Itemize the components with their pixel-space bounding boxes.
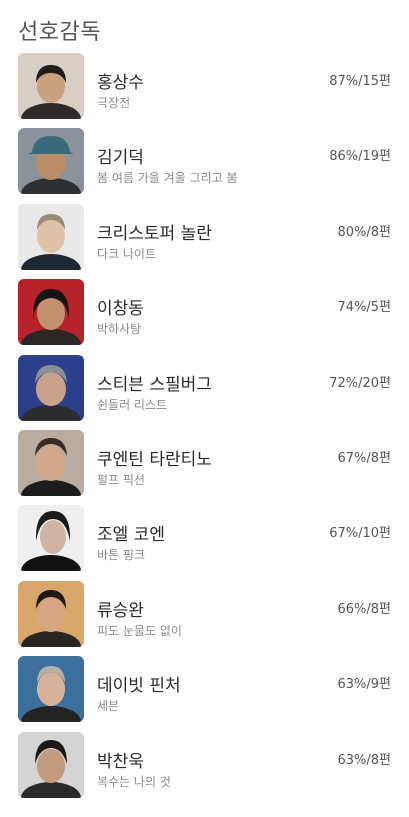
director-rating-count: 74%/5편 (337, 300, 391, 316)
portrait-image (18, 279, 84, 346)
director-row-kim-kiduk[interactable]: 김기덕 봄 여름 가을 겨울 그리고 봄 86%/19편 (0, 128, 409, 203)
director-best-film: 복수는 나의 것 (97, 774, 171, 789)
director-best-film: 박하사탕 (97, 322, 142, 337)
portrait-image (18, 505, 84, 572)
portrait-image (18, 429, 84, 496)
director-photo[interactable] (18, 429, 84, 496)
director-photo[interactable] (18, 279, 84, 346)
director-best-film: 쉰들러 리스트 (97, 397, 168, 412)
director-rating-count: 67%/10편 (329, 526, 391, 542)
director-best-film: 펄프 픽션 (97, 472, 145, 487)
director-best-film: 바톤 핑크 (97, 548, 145, 563)
director-name: 쿠엔틴 타란티노 (97, 449, 212, 470)
director-photo[interactable] (18, 128, 84, 195)
director-rating-count: 80%/8편 (337, 224, 391, 240)
director-name: 조엘 코엔 (97, 525, 165, 546)
director-name: 이창동 (97, 299, 144, 320)
director-name: 박찬욱 (97, 751, 144, 772)
director-name: 홍상수 (97, 73, 144, 93)
portrait-image (18, 128, 84, 195)
director-best-film: 극장전 (97, 96, 131, 110)
director-best-film: 다크 나이트 (97, 246, 157, 261)
director-name: 김기덕 (97, 148, 144, 169)
director-row-ryu-seungwan[interactable]: 류승완 피도 눈물도 없이 66%/8편 (0, 580, 409, 656)
page-title: 선호감독 (18, 20, 101, 45)
director-rating-count: 87%/15편 (329, 74, 391, 89)
director-best-film: 봄 여름 가을 겨울 그리고 봄 (97, 171, 238, 186)
director-rating-count: 67%/8편 (337, 450, 391, 466)
portrait-image (18, 354, 84, 421)
director-rating-count: 66%/8편 (337, 601, 391, 617)
director-name: 크리스토퍼 놀란 (97, 223, 212, 244)
director-name: 류승완 (97, 600, 144, 621)
portrait-image (18, 53, 84, 119)
director-name: 데이빗 핀처 (97, 676, 181, 697)
director-row-hong-sangsoo[interactable]: 홍상수 극장전 87%/15편 (0, 53, 409, 128)
director-photo[interactable] (18, 656, 84, 723)
portrait-image (18, 580, 84, 647)
portrait-image (18, 203, 84, 270)
director-name: 스티븐 스필버그 (97, 374, 212, 395)
portrait-image (18, 731, 84, 798)
director-best-film: 피도 눈물도 없이 (97, 623, 182, 638)
director-rating-count: 72%/20편 (329, 375, 391, 391)
director-row-joel-coen[interactable]: 조엘 코엔 바톤 핑크 67%/10편 (0, 505, 409, 580)
director-row-park-chanwook[interactable]: 박찬욱 복수는 나의 것 63%/8편 (0, 731, 409, 807)
director-row-quentin-tarantino[interactable]: 쿠엔틴 타란티노 펄프 픽션 67%/8편 (0, 429, 409, 505)
director-photo[interactable] (18, 580, 84, 647)
director-list: 홍상수 극장전 87%/15편 김기덕 봄 여름 가을 겨울 그리고 봄 86%… (0, 53, 409, 807)
director-rating-count: 63%/8편 (337, 752, 391, 768)
director-photo[interactable] (18, 53, 84, 119)
director-photo[interactable] (18, 731, 84, 798)
director-row-lee-changdong[interactable]: 이창동 박하사탕 74%/5편 (0, 279, 409, 354)
director-photo[interactable] (18, 203, 84, 270)
director-rating-count: 86%/19편 (329, 149, 391, 165)
director-best-film: 세븐 (97, 699, 120, 714)
director-rating-count: 63%/9편 (337, 677, 391, 693)
director-row-david-fincher[interactable]: 데이빗 핀처 세븐 63%/9편 (0, 656, 409, 731)
director-photo[interactable] (18, 505, 84, 572)
director-photo[interactable] (18, 354, 84, 421)
director-row-steven-spielberg[interactable]: 스티븐 스필버그 쉰들러 리스트 72%/20편 (0, 354, 409, 430)
director-row-christopher-nolan[interactable]: 크리스토퍼 놀란 다크 나이트 80%/8편 (0, 203, 409, 279)
portrait-image (18, 656, 84, 723)
